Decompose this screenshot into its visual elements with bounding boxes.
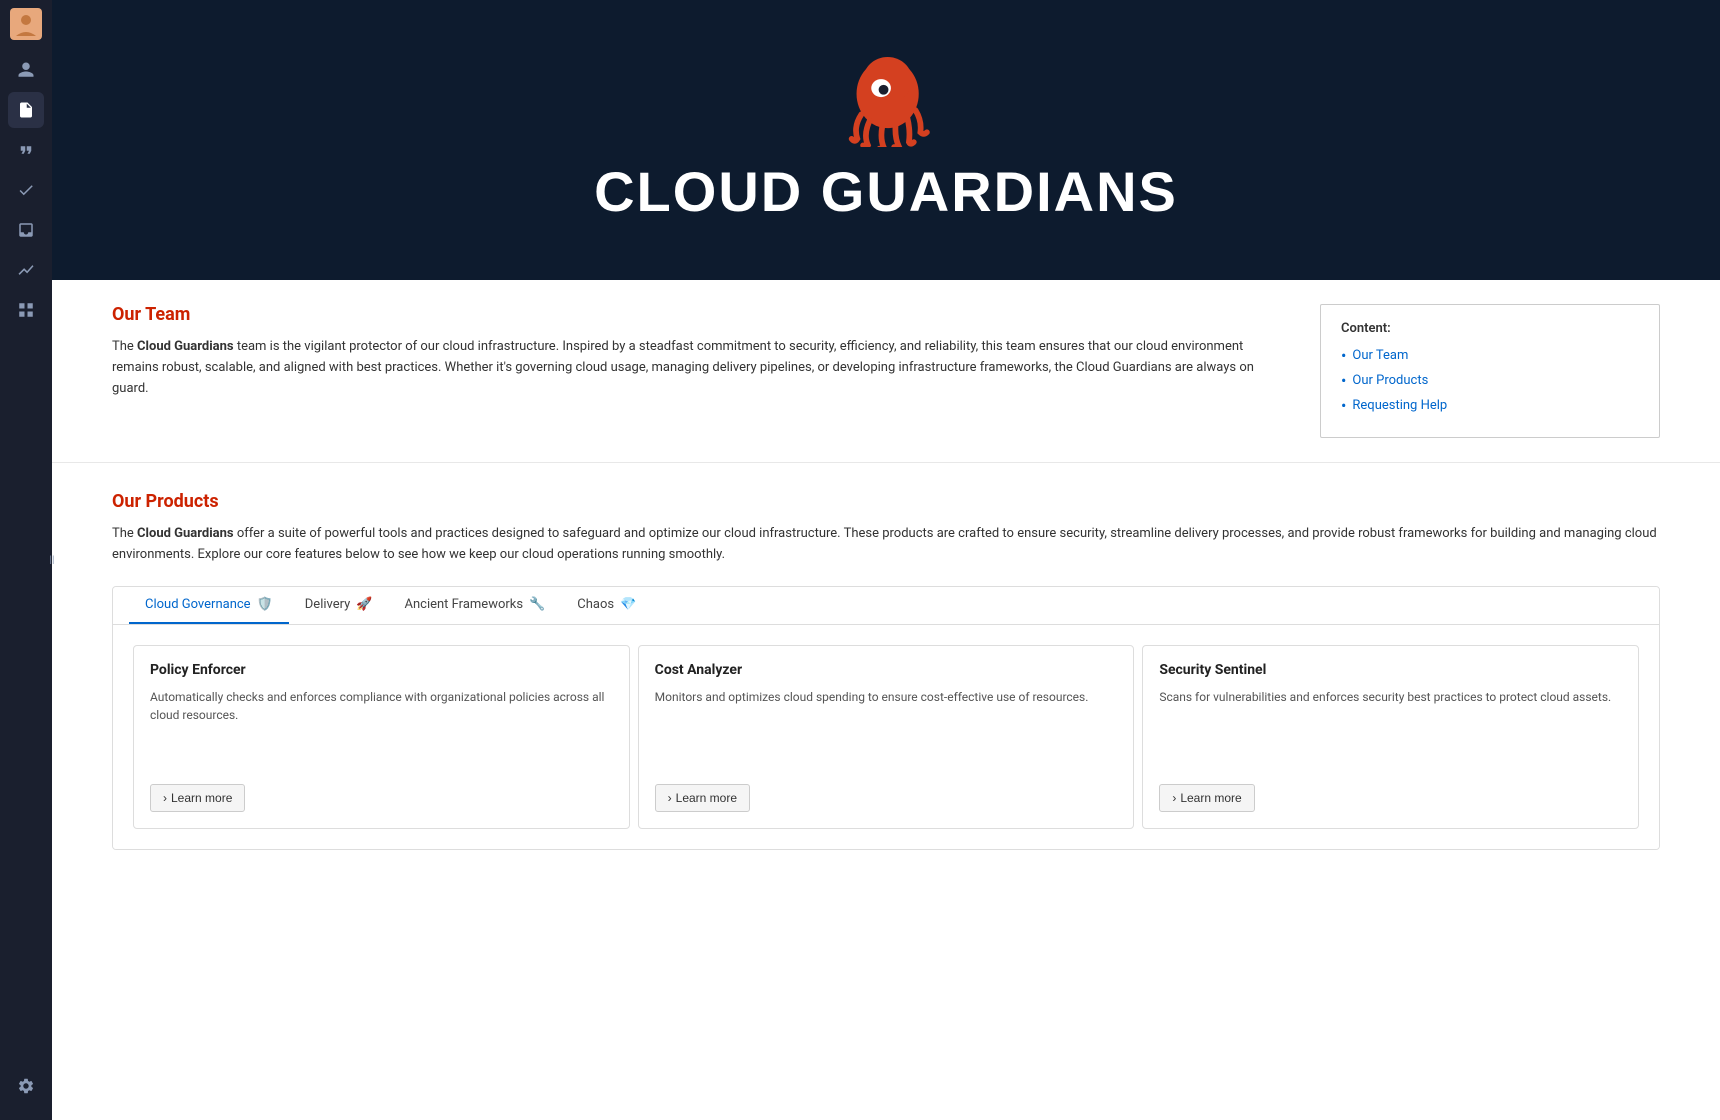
content-box: Content: Our Team Our Products Requestin… — [1320, 304, 1660, 438]
sidebar-settings-icon[interactable] — [8, 1068, 44, 1104]
resize-handle[interactable]: || — [47, 545, 57, 575]
card-3-desc: Scans for vulnerabilities and enforces s… — [1159, 688, 1622, 724]
tab-ancient-frameworks[interactable]: Ancient Frameworks 🔧 — [388, 587, 561, 624]
chevron-right-icon-2: › — [668, 791, 672, 805]
card-cost-analyzer: Cost Analyzer Monitors and optimizes clo… — [638, 645, 1135, 829]
sidebar-quote-icon[interactable] — [8, 132, 44, 168]
chevron-right-icon-1: › — [163, 791, 167, 805]
sidebar-chart-icon[interactable] — [8, 252, 44, 288]
learn-more-button-1[interactable]: › Learn more — [150, 784, 245, 812]
cards-grid: Policy Enforcer Automatically checks and… — [113, 625, 1659, 849]
delivery-label: Delivery — [305, 597, 351, 612]
card-1-title: Policy Enforcer — [150, 662, 613, 678]
chaos-label: Chaos — [577, 597, 614, 612]
card-1-desc: Automatically checks and enforces compli… — [150, 688, 613, 724]
tab-delivery[interactable]: Delivery 🚀 — [289, 587, 389, 624]
content-list-item-team: Our Team — [1341, 346, 1639, 365]
products-section: Our Products The Cloud Guardians offer a… — [52, 463, 1720, 874]
sidebar-check-icon[interactable] — [8, 172, 44, 208]
hero-title: CLOUD GUARDIANS — [594, 159, 1178, 224]
cloud-governance-icon: 🛡️ — [257, 597, 273, 612]
tabs-header: Cloud Governance 🛡️ Delivery 🚀 Ancient F… — [113, 587, 1659, 625]
sidebar-inbox-icon[interactable] — [8, 212, 44, 248]
team-section: Our Team The Cloud Guardians team is the… — [52, 280, 1720, 463]
content-link-help[interactable]: Requesting Help — [1352, 398, 1447, 413]
delivery-icon: 🚀 — [356, 597, 372, 612]
team-text: Our Team The Cloud Guardians team is the… — [112, 304, 1280, 438]
ancient-frameworks-label: Ancient Frameworks — [404, 597, 523, 612]
octopus-logo-icon — [836, 57, 936, 147]
chaos-icon: 💎 — [620, 597, 636, 612]
main-content: CLOUD GUARDIANS Our Team The Cloud Guard… — [52, 0, 1720, 1120]
team-heading: Our Team — [112, 304, 1280, 325]
avatar[interactable] — [10, 8, 42, 40]
card-2-title: Cost Analyzer — [655, 662, 1118, 678]
card-policy-enforcer: Policy Enforcer Automatically checks and… — [133, 645, 630, 829]
tabs-container: Cloud Governance 🛡️ Delivery 🚀 Ancient F… — [112, 586, 1660, 850]
tab-chaos[interactable]: Chaos 💎 — [561, 587, 652, 624]
sidebar-user-icon[interactable] — [8, 52, 44, 88]
card-security-sentinel: Security Sentinel Scans for vulnerabilit… — [1142, 645, 1639, 829]
sidebar: || — [0, 0, 52, 1120]
cloud-governance-label: Cloud Governance — [145, 597, 251, 612]
content-list: Our Team Our Products Requesting Help — [1341, 346, 1639, 415]
hero-banner: CLOUD GUARDIANS — [52, 0, 1720, 280]
team-description: The Cloud Guardians team is the vigilant… — [112, 337, 1280, 399]
ancient-frameworks-icon: 🔧 — [529, 597, 545, 612]
learn-more-button-2[interactable]: › Learn more — [655, 784, 750, 812]
card-3-title: Security Sentinel — [1159, 662, 1622, 678]
chevron-right-icon-3: › — [1172, 791, 1176, 805]
card-2-desc: Monitors and optimizes cloud spending to… — [655, 688, 1118, 724]
products-brand: Cloud Guardians — [137, 526, 234, 541]
tab-cloud-governance[interactable]: Cloud Governance 🛡️ — [129, 587, 289, 624]
content-list-item-products: Our Products — [1341, 371, 1639, 390]
content-link-team[interactable]: Our Team — [1352, 348, 1408, 363]
team-brand: Cloud Guardians — [137, 339, 234, 354]
content-box-title: Content: — [1341, 321, 1639, 336]
content-list-item-help: Requesting Help — [1341, 396, 1639, 415]
sidebar-document-icon[interactable] — [8, 92, 44, 128]
hero-logo: CLOUD GUARDIANS — [594, 57, 1178, 224]
sidebar-grid-icon[interactable] — [8, 292, 44, 328]
learn-more-button-3[interactable]: › Learn more — [1159, 784, 1254, 812]
products-heading: Our Products — [112, 491, 1660, 512]
products-description: The Cloud Guardians offer a suite of pow… — [112, 524, 1660, 566]
content-link-products[interactable]: Our Products — [1352, 373, 1428, 388]
